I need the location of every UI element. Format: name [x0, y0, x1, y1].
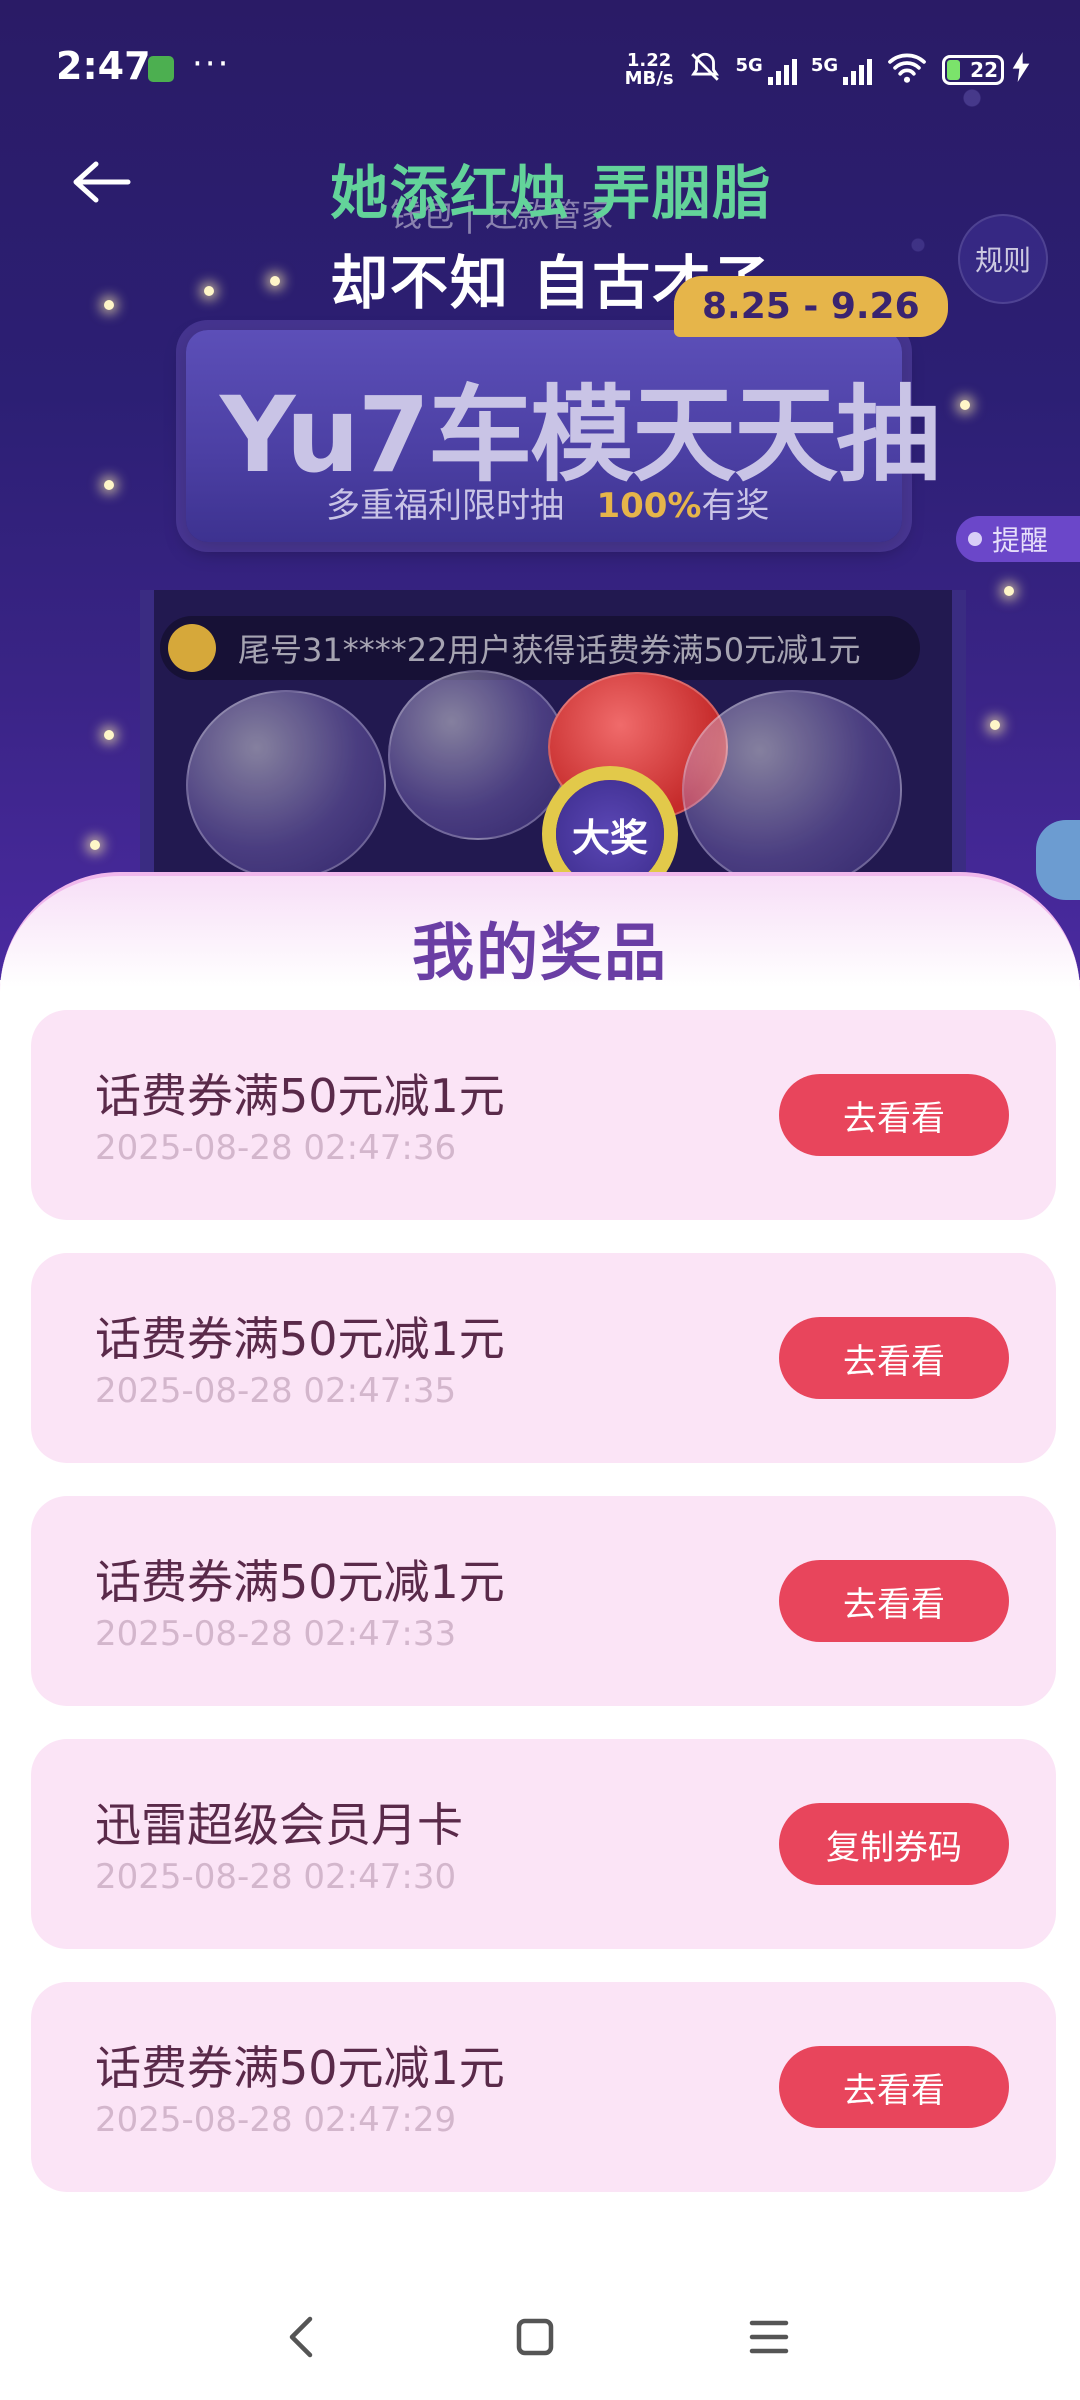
status-right-group: 1.22 MB/s 5G 5G 22	[625, 50, 1030, 89]
ticker-text: 尾号31****22用户获得话费券满50元减1元	[238, 631, 861, 669]
nav-back-button[interactable]	[266, 2302, 336, 2372]
prize-time: 2025-08-28 02:47:33	[95, 1614, 457, 1654]
prize-time: 2025-08-28 02:47:30	[95, 1857, 457, 1897]
subtitle-prefix: 多重福利限时抽	[326, 486, 564, 526]
app-notification-icon	[148, 56, 174, 82]
winner-ticker: 尾号31****22用户获得话费券满50元减1元	[160, 616, 920, 680]
sim1-label: 5G	[735, 54, 763, 76]
back-button[interactable]	[66, 146, 138, 218]
network-speed: 1.22 MB/s	[624, 49, 674, 89]
square-icon	[516, 2318, 554, 2356]
panel-title: 我的奖品	[411, 916, 668, 989]
bell-icon	[168, 624, 216, 672]
prize-name: 话费券满50元减1元	[95, 1555, 505, 1609]
view-button[interactable]: 去看看	[779, 2046, 1009, 2128]
lightning-icon	[1012, 52, 1030, 87]
rules-button[interactable]: 规则	[958, 214, 1048, 304]
reminder-label: 提醒	[992, 524, 1049, 557]
prize-card: 话费券满50元减1元 2025-08-28 02:47:33 去看看	[31, 1496, 1056, 1706]
network-speed-value: 1.22	[626, 49, 672, 71]
prize-list: 话费券满50元减1元 2025-08-28 02:47:36 去看看 话费券满5…	[31, 1010, 1056, 2192]
network-speed-unit: MB/s	[624, 67, 674, 89]
chevron-left-icon	[289, 2316, 313, 2358]
prize-time: 2025-08-28 02:47:36	[95, 1128, 457, 1168]
copy-code-button[interactable]: 复制券码	[779, 1803, 1009, 1885]
reminder-toggle[interactable]: 提醒	[956, 516, 1080, 562]
prize-capsule	[186, 690, 386, 880]
system-nav-bar	[0, 2272, 1080, 2400]
campaign-subtitle: 多重福利限时抽 100%有奖	[326, 478, 769, 527]
sim1-signal-icon: 5G	[736, 55, 797, 85]
sim2-signal-icon: 5G	[810, 54, 873, 85]
prize-time: 2025-08-28 02:47:35	[95, 1371, 457, 1411]
bell-off-icon	[688, 50, 722, 89]
floating-cube-icon[interactable]	[1036, 820, 1080, 900]
view-button[interactable]: 去看看	[779, 1560, 1009, 1642]
subtitle-suffix: 有奖	[701, 486, 770, 526]
prize-card: 话费券满50元减1元 2025-08-28 02:47:29 去看看	[31, 1982, 1056, 2192]
view-button[interactable]: 去看看	[779, 1074, 1009, 1156]
more-notifications-icon: ···	[192, 44, 231, 84]
prize-name: 话费券满50元减1元	[95, 1312, 505, 1366]
prize-capsule	[682, 690, 902, 890]
prize-time: 2025-08-28 02:47:29	[95, 2100, 457, 2140]
prize-name: 迅雷超级会员月卡	[95, 1798, 463, 1852]
prize-card: 迅雷超级会员月卡 2025-08-28 02:47:30 复制券码	[31, 1739, 1056, 1949]
status-time: 2:47	[56, 44, 151, 88]
date-range-badge: 8.25 - 9.26	[674, 276, 948, 337]
wifi-icon	[886, 50, 928, 89]
nav-menu-button[interactable]	[734, 2302, 804, 2372]
toggle-knob-icon	[968, 532, 982, 546]
lyrics-line-1: 她添红烛 弄胭脂	[330, 159, 773, 227]
prize-capsule	[388, 670, 568, 840]
prize-card: 话费券满50元减1元 2025-08-28 02:47:35 去看看	[31, 1253, 1056, 1463]
status-bar: 2:47 ··· 1.22 MB/s 5G 5G 22	[0, 0, 1080, 140]
menu-icon	[749, 2320, 789, 2354]
subtitle-highlight: 100%	[596, 486, 702, 526]
view-button[interactable]: 去看看	[779, 1317, 1009, 1399]
prize-card: 话费券满50元减1元 2025-08-28 02:47:36 去看看	[31, 1010, 1056, 1220]
battery-level: 22	[970, 57, 998, 82]
prize-name: 话费券满50元减1元	[95, 1069, 505, 1123]
sim2-label: 5G	[810, 54, 839, 76]
arrow-left-icon	[73, 161, 131, 203]
nav-home-button[interactable]	[500, 2302, 570, 2372]
prize-name: 话费券满50元减1元	[95, 2041, 505, 2095]
